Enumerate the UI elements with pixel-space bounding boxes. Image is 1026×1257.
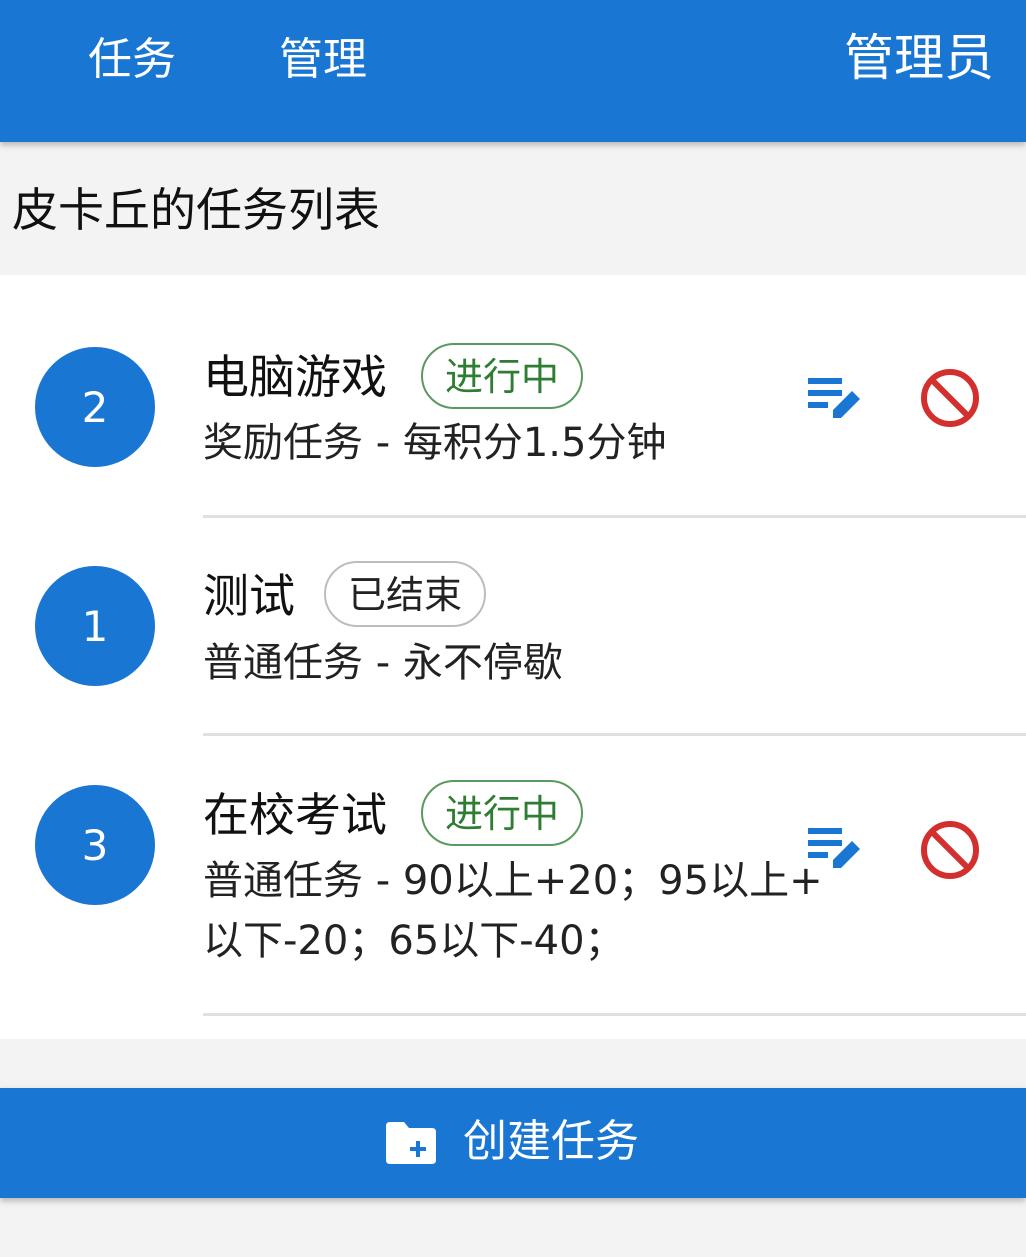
- task-number-avatar: 3: [35, 785, 155, 905]
- cancel-button[interactable]: [915, 363, 985, 433]
- task-description: 普通任务 - 永不停歇: [203, 640, 563, 686]
- block-icon: [921, 369, 979, 427]
- create-task-label: 创建任务: [463, 1116, 639, 1167]
- create-task-button[interactable]: 创建任务: [0, 1088, 1026, 1198]
- status-badge: 进行中: [421, 343, 584, 409]
- task-number-avatar: 2: [35, 347, 155, 467]
- task-description-line2: 以下-20；65以下-40；: [203, 918, 625, 964]
- cancel-button[interactable]: [915, 815, 985, 885]
- folder-plus-icon: [386, 1122, 436, 1164]
- status-badge: 已结束: [324, 561, 487, 627]
- block-icon: [921, 821, 979, 879]
- task-name: 测试: [203, 569, 295, 623]
- nav-task-link[interactable]: 任务: [88, 32, 176, 88]
- task-list: 2 电脑游戏 进行中 奖励任务 - 每积分1.5分钟 1 测试 已结束 普通任务…: [0, 275, 1026, 1039]
- task-number-avatar: 1: [35, 566, 155, 686]
- divider: [203, 733, 1026, 736]
- edit-button[interactable]: [800, 365, 870, 435]
- page-title: 皮卡丘的任务列表: [12, 183, 380, 237]
- top-app-bar: 任务 管理 管理员: [0, 0, 1026, 142]
- edit-list-icon: [808, 828, 860, 868]
- task-name: 在校考试: [203, 788, 387, 842]
- divider: [203, 515, 1026, 518]
- nav-manage-link[interactable]: 管理: [279, 32, 367, 88]
- edit-list-icon: [808, 378, 860, 418]
- status-badge: 进行中: [421, 780, 584, 846]
- edit-button[interactable]: [800, 815, 870, 885]
- nav-admin-link[interactable]: 管理员: [844, 30, 994, 86]
- divider: [203, 1013, 1026, 1016]
- task-name: 电脑游戏: [203, 350, 387, 404]
